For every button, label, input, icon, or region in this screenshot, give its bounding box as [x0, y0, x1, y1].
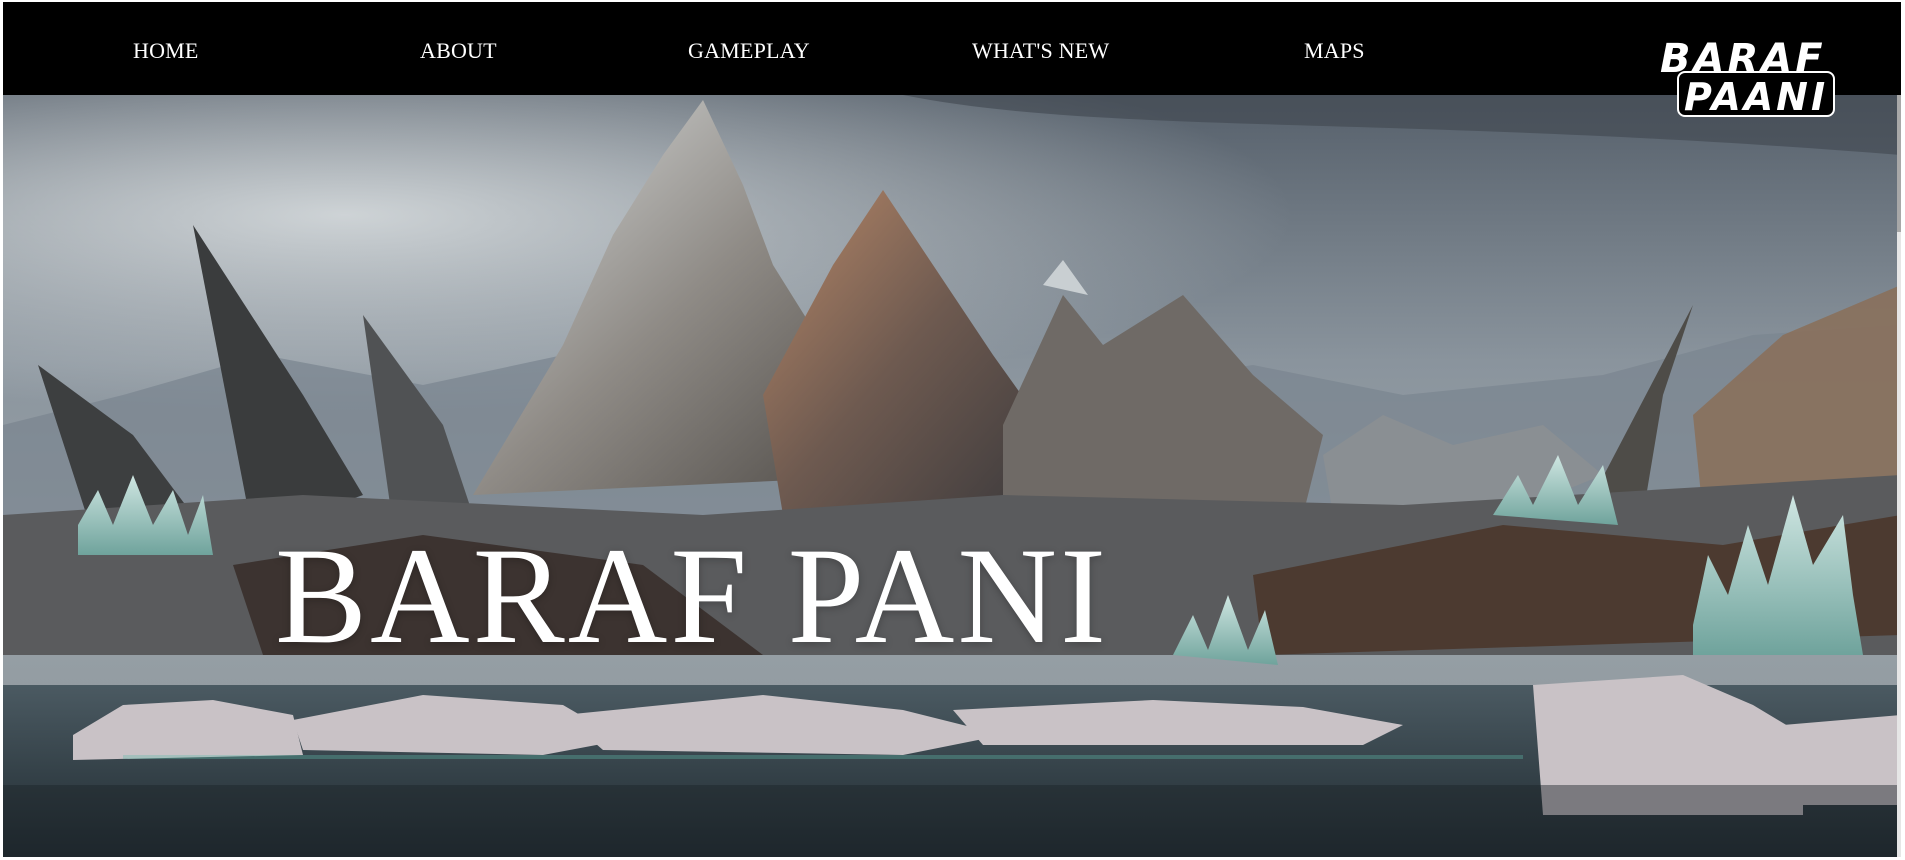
- logo-mark: BARAF PAANI: [1660, 36, 1835, 119]
- nav-maps-link[interactable]: MAPS: [1304, 38, 1365, 64]
- logo-line2: PAANI: [1684, 75, 1828, 119]
- baraf-paani-logo[interactable]: BARAF PAANI: [1656, 36, 1838, 120]
- top-navbar: HOME ABOUT GAMEPLAY WHAT'S NEW MAPS: [3, 2, 1901, 95]
- page-frame: HOME ABOUT GAMEPLAY WHAT'S NEW MAPS BARA…: [3, 2, 1901, 857]
- icy-mountain-landscape-icon: [3, 95, 1901, 857]
- nav-about-link[interactable]: ABOUT: [420, 38, 497, 64]
- hero-title: BARAF PANI: [275, 519, 1110, 672]
- nav-whats-new-link[interactable]: WHAT'S NEW: [972, 38, 1109, 64]
- nav-gameplay-link[interactable]: GAMEPLAY: [688, 38, 810, 64]
- hero-section: BARAF PANI: [3, 95, 1901, 857]
- nav-home-link[interactable]: HOME: [133, 38, 199, 64]
- page-scrollbar[interactable]: [1897, 2, 1901, 857]
